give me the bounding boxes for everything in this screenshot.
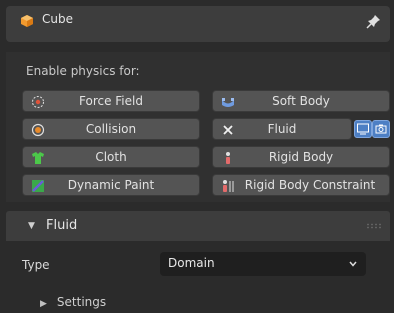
soft-body-button[interactable]: Soft Body bbox=[212, 90, 390, 112]
cloth-button[interactable]: Cloth bbox=[22, 146, 200, 168]
force-field-button[interactable]: Force Field bbox=[22, 90, 200, 112]
fluid-viewport-toggle[interactable] bbox=[354, 120, 372, 138]
soft-body-label: Soft Body bbox=[272, 94, 330, 108]
settings-subpanel-toggle[interactable]: ▶ Settings bbox=[40, 295, 106, 309]
rigid-body-constraint-label: Rigid Body Constraint bbox=[244, 178, 376, 192]
collision-label: Collision bbox=[85, 122, 137, 136]
rigid-body-button[interactable]: Rigid Body bbox=[212, 146, 390, 168]
dynamic-paint-button[interactable]: Dynamic Paint bbox=[22, 174, 200, 196]
fluid-panel-header[interactable]: ▼ Fluid bbox=[6, 211, 390, 241]
drag-grip-icon[interactable] bbox=[366, 223, 382, 229]
enable-physics-label: Enable physics for: bbox=[26, 64, 140, 78]
dynamic-paint-label: Dynamic Paint bbox=[67, 178, 155, 192]
rigid-body-label: Rigid Body bbox=[268, 150, 334, 164]
collision-button[interactable]: Collision bbox=[22, 118, 200, 140]
camera-icon bbox=[375, 124, 387, 134]
cloth-label: Cloth bbox=[95, 150, 127, 164]
settings-label: Settings bbox=[56, 295, 107, 309]
cube-object-icon bbox=[21, 15, 33, 27]
type-dropdown[interactable]: Domain bbox=[160, 252, 366, 276]
monitor-icon bbox=[357, 123, 369, 135]
type-value: Domain bbox=[168, 256, 215, 270]
collapse-triangle-icon: ▼ bbox=[28, 221, 35, 231]
pin-icon[interactable] bbox=[366, 13, 382, 29]
type-label: Type bbox=[22, 258, 50, 272]
force-field-label: Force Field bbox=[79, 94, 143, 108]
fluid-label: Fluid bbox=[267, 122, 297, 136]
fluid-panel-title: Fluid bbox=[46, 218, 78, 233]
physics-properties-panel: Cube Enable physics for: Force Field Sof… bbox=[0, 0, 394, 313]
fluid-render-toggle[interactable] bbox=[372, 120, 390, 138]
fluid-button[interactable]: Fluid bbox=[212, 118, 352, 140]
chevron-down-icon bbox=[349, 261, 357, 267]
rigid-body-constraint-button[interactable]: Rigid Body Constraint bbox=[212, 174, 390, 196]
object-name: Cube bbox=[42, 12, 73, 26]
expand-triangle-icon: ▶ bbox=[40, 299, 47, 309]
